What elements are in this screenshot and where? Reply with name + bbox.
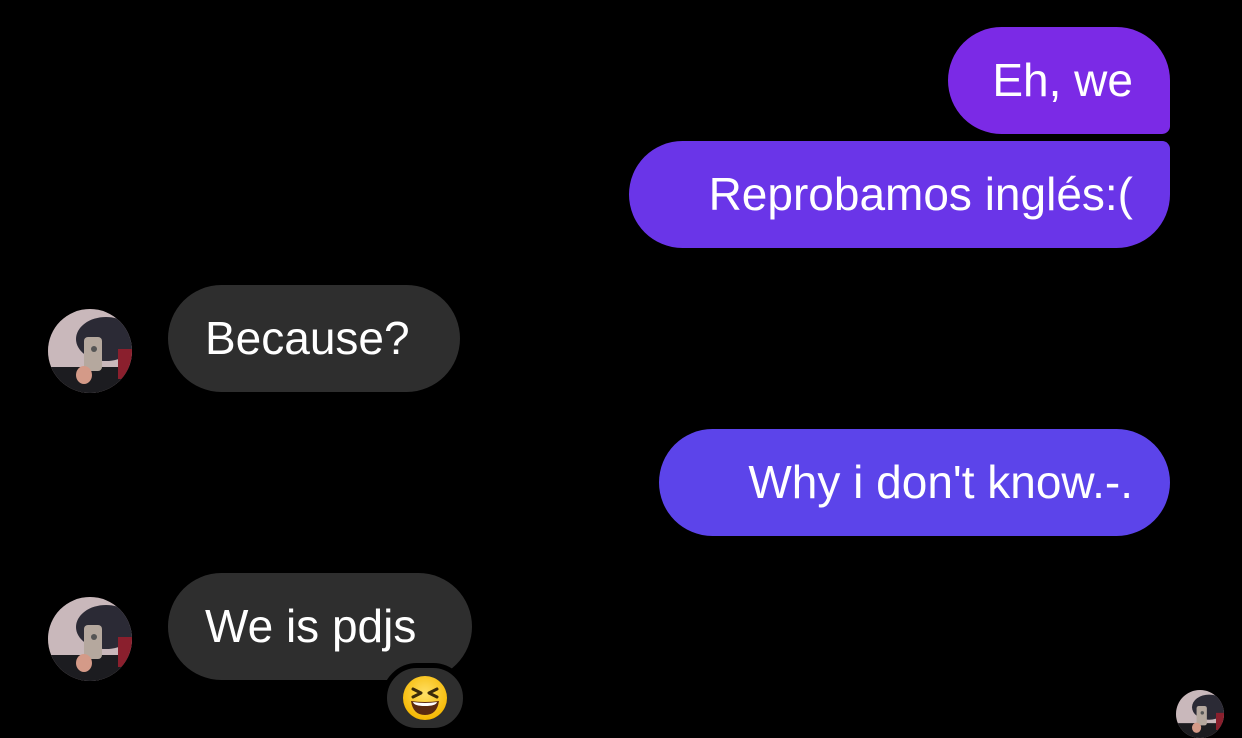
contact-avatar[interactable]: [48, 597, 132, 681]
message-received-1[interactable]: Because?: [168, 285, 460, 392]
message-text: Why i don't know.-.: [748, 456, 1133, 508]
seen-avatar: [1176, 690, 1224, 738]
message-sent-1[interactable]: Eh, we: [948, 27, 1170, 134]
avatar-photo: [1176, 690, 1224, 738]
message-sent-2[interactable]: Reprobamos inglés:(: [629, 141, 1170, 248]
message-text: We is pdjs: [205, 600, 417, 652]
message-reaction[interactable]: [382, 663, 468, 733]
message-text: Reprobamos inglés:(: [708, 168, 1133, 220]
contact-avatar[interactable]: [48, 309, 132, 393]
avatar-photo: [48, 597, 132, 681]
avatar-photo: [48, 309, 132, 393]
message-sent-3[interactable]: Why i don't know.-.: [659, 429, 1170, 536]
grinning-squinting-face-icon: [403, 676, 447, 720]
message-text: Because?: [205, 312, 410, 364]
message-text: Eh, we: [992, 54, 1133, 106]
